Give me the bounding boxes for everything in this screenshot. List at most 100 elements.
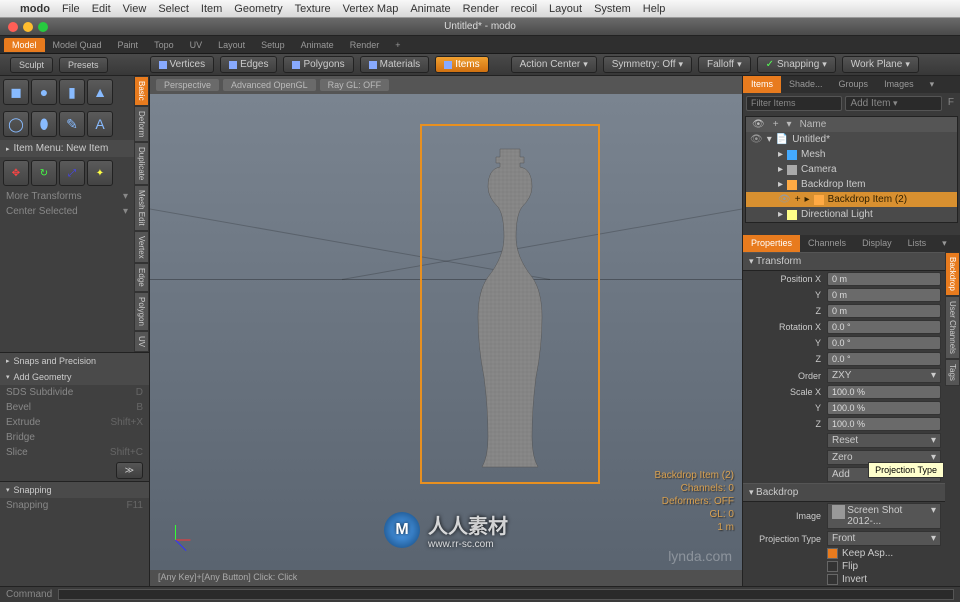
transform-tool-button[interactable]: ✦ bbox=[87, 160, 113, 186]
tab-topo[interactable]: Topo bbox=[146, 38, 182, 52]
keep-aspect-checkbox[interactable] bbox=[827, 548, 838, 559]
snapping-button[interactable]: ✓ Snapping ▾ bbox=[757, 56, 836, 73]
workplane-button[interactable]: Work Plane ▾ bbox=[842, 56, 919, 73]
menu-view[interactable]: View bbox=[123, 3, 147, 15]
backdrop-selection-frame[interactable] bbox=[420, 124, 600, 484]
vtab-uv[interactable]: UV bbox=[134, 331, 149, 352]
rotation-order-dropdown[interactable]: ZXY▾ bbox=[827, 368, 941, 383]
menu-system[interactable]: System bbox=[594, 3, 631, 15]
more-geo-button[interactable]: ≫ bbox=[116, 462, 143, 479]
invert-checkbox[interactable] bbox=[827, 574, 838, 585]
viewport-3d[interactable]: Backdrop Item (2) Channels: 0 Deformers:… bbox=[150, 94, 742, 570]
mode-polygons-button[interactable]: Polygons bbox=[283, 56, 353, 73]
rvtab-userchannels[interactable]: User Channels bbox=[945, 296, 960, 359]
menu-select[interactable]: Select bbox=[158, 3, 189, 15]
primitive-sphere-button[interactable]: ● bbox=[31, 79, 57, 105]
rotation-z-input[interactable]: 0.0 ° bbox=[827, 352, 941, 366]
center-selected-label[interactable]: Center Selected bbox=[6, 206, 123, 217]
slice-item[interactable]: Slice bbox=[6, 447, 110, 458]
rtab-shade[interactable]: Shade... bbox=[781, 76, 831, 93]
axis-widget[interactable] bbox=[160, 510, 190, 540]
rtab-images[interactable]: Images bbox=[876, 76, 922, 93]
scale-tool-button[interactable]: ⤢ bbox=[59, 160, 85, 186]
scale-z-input[interactable]: 100.0 % bbox=[827, 417, 941, 431]
scale-y-input[interactable]: 100.0 % bbox=[827, 401, 941, 415]
primitive-cylinder-button[interactable]: ▮ bbox=[59, 79, 85, 105]
viewport-tab-perspective[interactable]: Perspective bbox=[156, 79, 219, 91]
rotation-y-input[interactable]: 0.0 ° bbox=[827, 336, 941, 350]
position-x-input[interactable]: 0 m bbox=[827, 272, 941, 286]
menu-render[interactable]: Render bbox=[463, 3, 499, 15]
vtab-meshedit[interactable]: Mesh Edit bbox=[134, 185, 149, 231]
tab-setup[interactable]: Setup bbox=[253, 38, 293, 52]
projection-type-dropdown[interactable]: Front▾ bbox=[827, 531, 941, 546]
snapping-header[interactable]: Snapping bbox=[0, 482, 149, 498]
menu-file[interactable]: File bbox=[62, 3, 80, 15]
add-item-dropdown[interactable]: Add Item ▾ bbox=[845, 96, 941, 111]
rtab-groups[interactable]: Groups bbox=[831, 76, 877, 93]
scene-item-backdrop2[interactable]: 👁+▸ Backdrop Item (2) bbox=[746, 192, 957, 207]
mode-items-button[interactable]: Items bbox=[435, 56, 488, 73]
close-window-icon[interactable] bbox=[8, 22, 18, 32]
primitive-pen-button[interactable]: ✎ bbox=[59, 111, 85, 137]
sds-subdivide-item[interactable]: SDS Subdivide bbox=[6, 387, 136, 398]
menu-edit[interactable]: Edit bbox=[92, 3, 111, 15]
vtab-polygon[interactable]: Polygon bbox=[134, 292, 149, 331]
extrude-item[interactable]: Extrude bbox=[6, 417, 110, 428]
ptab-lists[interactable]: Lists bbox=[900, 235, 935, 252]
snapping-item[interactable]: Snapping bbox=[6, 500, 127, 511]
flip-checkbox[interactable] bbox=[827, 561, 838, 572]
action-center-button[interactable]: Action Center ▾ bbox=[511, 56, 597, 73]
mode-edges-button[interactable]: Edges bbox=[220, 56, 277, 73]
scale-x-input[interactable]: 100.0 % bbox=[827, 385, 941, 399]
menu-geometry[interactable]: Geometry bbox=[234, 3, 282, 15]
primitive-cube-button[interactable]: ◼ bbox=[3, 79, 29, 105]
filter-items-input[interactable]: Filter Items bbox=[746, 96, 842, 111]
backdrop-image-dropdown[interactable]: Screen Shot 2012-...▾ bbox=[827, 503, 941, 529]
ptab-channels[interactable]: Channels bbox=[800, 235, 854, 252]
reset-button[interactable]: Reset▾ bbox=[827, 433, 941, 448]
backdrop-section-header[interactable]: ▾ Backdrop bbox=[743, 483, 945, 502]
ptab-display[interactable]: Display bbox=[854, 235, 900, 252]
presets-button[interactable]: Presets bbox=[59, 57, 108, 73]
find-button[interactable]: F bbox=[945, 96, 957, 111]
move-tool-button[interactable]: ✥ bbox=[3, 160, 29, 186]
rtab-more[interactable]: ▾ bbox=[922, 76, 943, 93]
tab-model[interactable]: Model bbox=[4, 38, 45, 52]
scene-item-light[interactable]: ▸ Directional Light bbox=[746, 207, 957, 222]
more-transforms-label[interactable]: More Transforms bbox=[6, 191, 123, 202]
viewport-tab-raygl[interactable]: Ray GL: OFF bbox=[320, 79, 390, 91]
snaps-precision-header[interactable]: Snaps and Precision bbox=[0, 353, 149, 369]
add-geometry-header[interactable]: Add Geometry bbox=[0, 369, 149, 385]
rvtab-backdrop[interactable]: Backdrop bbox=[945, 252, 960, 296]
vtab-deform[interactable]: Deform bbox=[134, 106, 149, 142]
mode-vertices-button[interactable]: Vertices bbox=[150, 56, 215, 73]
zoom-window-icon[interactable] bbox=[38, 22, 48, 32]
tab-render[interactable]: Render bbox=[342, 38, 388, 52]
tab-uv[interactable]: UV bbox=[182, 38, 211, 52]
vtab-duplicate[interactable]: Duplicate bbox=[134, 142, 149, 185]
sculpt-button[interactable]: Sculpt bbox=[10, 57, 53, 73]
scene-item-backdrop1[interactable]: ▸ Backdrop Item bbox=[746, 177, 957, 192]
menu-layout[interactable]: Layout bbox=[549, 3, 582, 15]
bridge-item[interactable]: Bridge bbox=[6, 432, 143, 443]
menu-item[interactable]: Item bbox=[201, 3, 222, 15]
menu-recoil[interactable]: recoil bbox=[511, 3, 537, 15]
scene-item-root[interactable]: 👁▾📄 Untitled* bbox=[746, 132, 957, 147]
tab-animate[interactable]: Animate bbox=[293, 38, 342, 52]
falloff-button[interactable]: Falloff ▾ bbox=[698, 56, 751, 73]
tab-add[interactable]: + bbox=[387, 38, 408, 52]
tab-layout[interactable]: Layout bbox=[210, 38, 253, 52]
symmetry-button[interactable]: Symmetry: Off ▾ bbox=[603, 56, 692, 73]
rtab-items[interactable]: Items bbox=[743, 76, 781, 93]
position-y-input[interactable]: 0 m bbox=[827, 288, 941, 302]
primitive-cone-button[interactable]: ▲ bbox=[87, 79, 113, 105]
rotate-tool-button[interactable]: ↻ bbox=[31, 160, 57, 186]
app-menu[interactable]: modo bbox=[20, 3, 50, 15]
primitive-torus-button[interactable]: ◯ bbox=[3, 111, 29, 137]
rvtab-tags[interactable]: Tags bbox=[945, 359, 960, 386]
scene-item-camera[interactable]: ▸ Camera bbox=[746, 162, 957, 177]
tab-model-quad[interactable]: Model Quad bbox=[45, 38, 110, 52]
menu-animate[interactable]: Animate bbox=[410, 3, 450, 15]
ptab-more[interactable]: ▾ bbox=[934, 235, 955, 252]
